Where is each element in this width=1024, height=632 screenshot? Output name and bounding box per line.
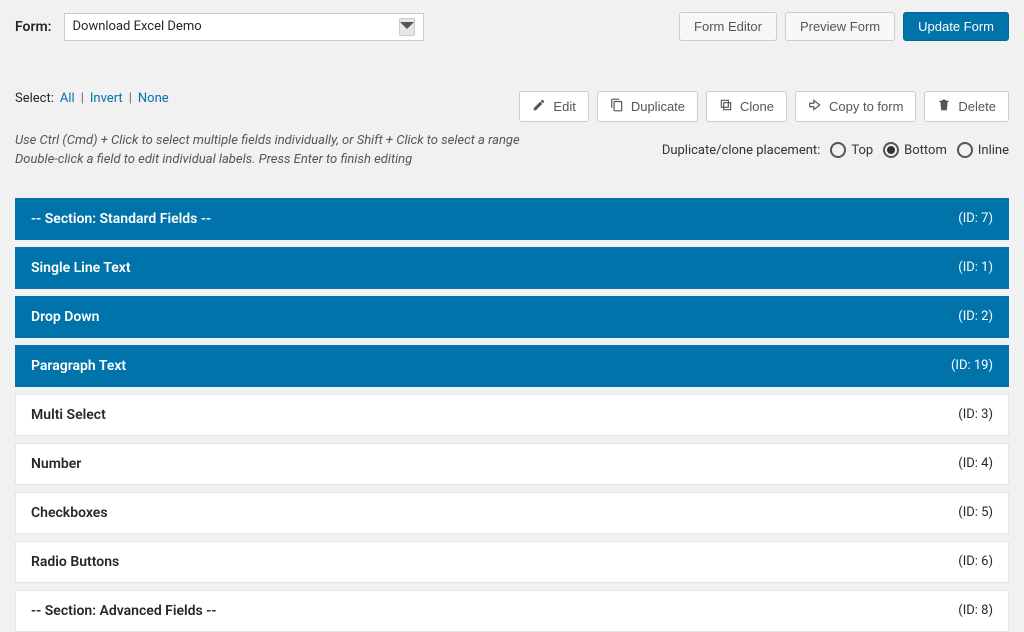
duplicate-label: Duplicate: [631, 99, 685, 114]
field-id: (ID: 3): [958, 407, 993, 422]
form-select[interactable]: Download Excel Demo: [64, 13, 424, 41]
select-none-link[interactable]: None: [138, 91, 169, 106]
field-row[interactable]: Checkboxes (ID: 5): [15, 492, 1009, 534]
field-row[interactable]: Multi Select (ID: 3): [15, 394, 1009, 436]
chevron-down-icon: [399, 18, 415, 36]
edit-button[interactable]: Edit: [519, 91, 588, 122]
field-label: Drop Down: [31, 309, 99, 325]
field-row[interactable]: Number (ID: 4): [15, 443, 1009, 485]
copy-icon: [610, 98, 624, 115]
copy-to-form-label: Copy to form: [829, 99, 903, 114]
help-line-1: Use Ctrl (Cmd) + Click to select multipl…: [15, 132, 520, 151]
placement-inline-radio[interactable]: Inline: [957, 142, 1009, 158]
placement-bottom-label: Bottom: [904, 143, 947, 158]
form-label: Form:: [15, 19, 52, 35]
field-id: (ID: 19): [951, 358, 993, 373]
delete-label: Delete: [958, 99, 996, 114]
field-label: Multi Select: [31, 407, 106, 423]
arrow-right-icon: [808, 98, 822, 115]
field-label: Radio Buttons: [31, 554, 119, 570]
field-id: (ID: 5): [958, 505, 993, 520]
field-row[interactable]: Single Line Text (ID: 1): [15, 247, 1009, 289]
field-label: Checkboxes: [31, 505, 108, 521]
clone-label: Clone: [740, 99, 774, 114]
duplicate-button[interactable]: Duplicate: [597, 91, 698, 122]
placement-top-label: Top: [851, 143, 873, 158]
radio-icon: [830, 142, 846, 158]
radio-icon: [957, 142, 973, 158]
select-label: Select:: [15, 91, 54, 106]
field-label: -- Section: Advanced Fields --: [31, 603, 217, 619]
field-row[interactable]: -- Section: Advanced Fields -- (ID: 8): [15, 590, 1009, 632]
field-id: (ID: 4): [958, 456, 993, 471]
help-line-2: Double-click a field to edit individual …: [15, 151, 520, 170]
field-id: (ID: 1): [958, 260, 993, 275]
delete-button[interactable]: Delete: [924, 91, 1009, 122]
field-label: Number: [31, 456, 81, 472]
placement-label: Duplicate/clone placement:: [662, 143, 821, 158]
clone-icon: [719, 98, 733, 115]
copy-to-form-button[interactable]: Copy to form: [795, 91, 916, 122]
edit-label: Edit: [553, 99, 575, 114]
field-label: -- Section: Standard Fields --: [31, 211, 211, 227]
field-row[interactable]: Paragraph Text (ID: 19): [15, 345, 1009, 387]
radio-icon: [883, 142, 899, 158]
select-invert-link[interactable]: Invert: [90, 91, 123, 106]
trash-icon: [937, 98, 951, 115]
select-all-link[interactable]: All: [60, 91, 75, 106]
field-id: (ID: 8): [958, 603, 993, 618]
field-id: (ID: 7): [958, 211, 993, 226]
field-id: (ID: 2): [958, 309, 993, 324]
placement-inline-label: Inline: [978, 143, 1009, 158]
update-form-button[interactable]: Update Form: [903, 12, 1009, 41]
placement-top-radio[interactable]: Top: [830, 142, 873, 158]
field-row[interactable]: -- Section: Standard Fields -- (ID: 7): [15, 198, 1009, 240]
form-select-value: Download Excel Demo: [73, 19, 202, 34]
pencil-icon: [532, 98, 546, 115]
field-row[interactable]: Drop Down (ID: 2): [15, 296, 1009, 338]
field-label: Single Line Text: [31, 260, 131, 276]
placement-bottom-radio[interactable]: Bottom: [883, 142, 947, 158]
help-text: Use Ctrl (Cmd) + Click to select multipl…: [15, 132, 520, 170]
separator: |: [129, 91, 132, 106]
field-id: (ID: 6): [958, 554, 993, 569]
preview-form-button[interactable]: Preview Form: [785, 12, 895, 41]
clone-button[interactable]: Clone: [706, 91, 787, 122]
field-row[interactable]: Radio Buttons (ID: 6): [15, 541, 1009, 583]
field-label: Paragraph Text: [31, 358, 126, 374]
form-editor-button[interactable]: Form Editor: [679, 12, 777, 41]
separator: |: [81, 91, 84, 106]
